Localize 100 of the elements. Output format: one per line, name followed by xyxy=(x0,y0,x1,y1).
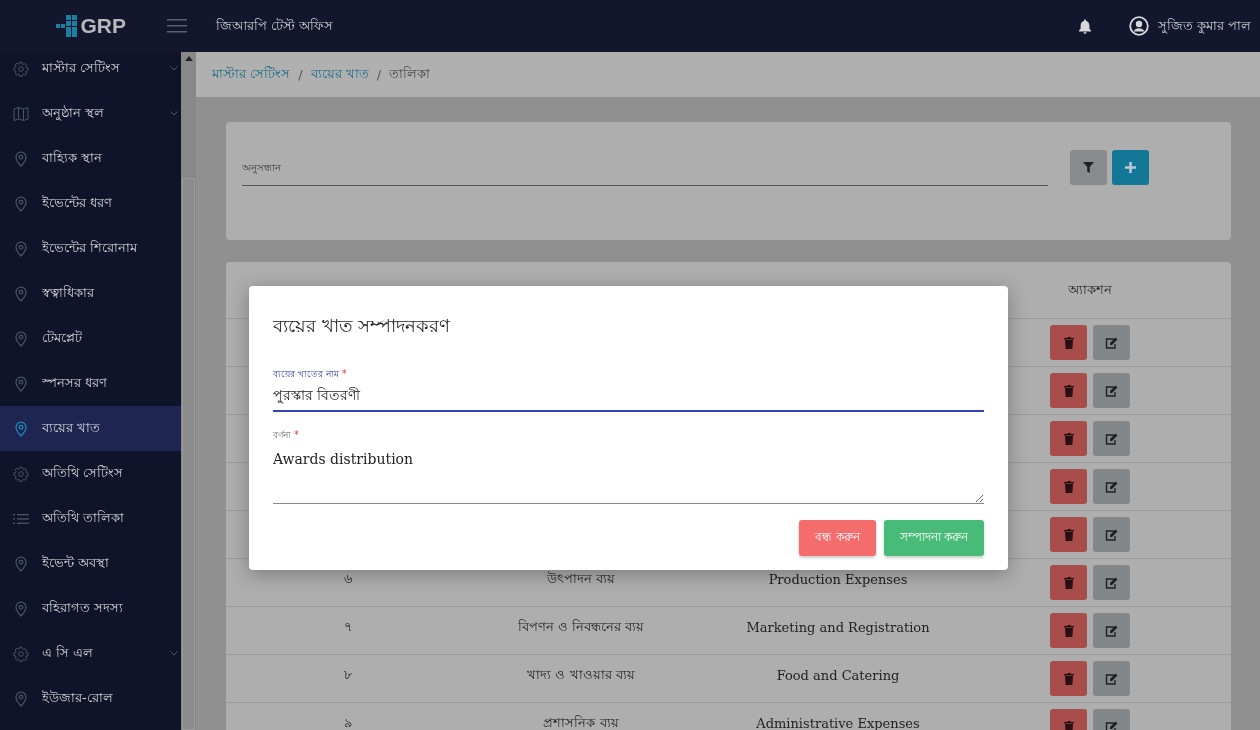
sidebar-item[interactable]: এ সি এল xyxy=(0,631,181,676)
sidebar-item[interactable]: অতিথি তালিকা xyxy=(0,496,181,541)
dialog-title: ব্যয়ের খাত সম্পাদনকরণ xyxy=(273,314,451,338)
edit-icon xyxy=(1105,480,1118,493)
edit-icon xyxy=(1105,336,1118,349)
trash-icon xyxy=(1063,480,1074,493)
edit-icon xyxy=(1105,624,1118,637)
delete-button[interactable] xyxy=(1050,517,1087,552)
logo-text: GRP xyxy=(80,14,126,38)
sidebar-item[interactable]: টেমপ্লেট xyxy=(0,316,181,361)
pin-icon xyxy=(13,240,29,257)
sidebar-item[interactable]: স্বত্বাধিকার xyxy=(0,271,181,316)
chevron-down-icon xyxy=(170,651,178,656)
add-button[interactable] xyxy=(1112,150,1149,185)
map-icon xyxy=(13,105,29,122)
sidebar-item[interactable]: বাহ্যিক স্থান xyxy=(0,136,181,181)
sidebar-item[interactable]: অনুষ্ঠান স্থল xyxy=(0,91,181,136)
table-cell-text: Production Expenses xyxy=(767,572,909,587)
edit-button[interactable] xyxy=(1093,613,1130,648)
trash-icon xyxy=(1063,672,1074,685)
sidebar-item[interactable]: স্পনসর ধরণ xyxy=(0,361,181,406)
required-mark: * xyxy=(294,429,299,440)
delete-button[interactable] xyxy=(1050,613,1087,648)
name-field[interactable]: পুরস্কার বিতরণী xyxy=(273,382,984,412)
filter-button[interactable] xyxy=(1070,150,1107,185)
trash-icon xyxy=(1063,624,1074,637)
delete-button[interactable] xyxy=(1050,373,1087,408)
user-avatar-icon[interactable] xyxy=(1128,16,1149,36)
sidebar-item[interactable]: ইভেন্ট অবস্থা xyxy=(0,541,181,586)
trash-icon xyxy=(1063,384,1074,397)
edit-icon xyxy=(1105,528,1118,541)
edit-button[interactable] xyxy=(1093,517,1130,552)
delete-button[interactable] xyxy=(1050,421,1087,456)
required-mark: * xyxy=(341,368,347,379)
user-name[interactable]: সুজিত কুমার পাল xyxy=(1157,15,1251,37)
sidebar-item[interactable]: অতিথি সেটিংস xyxy=(0,451,181,496)
field-label: বর্ণনা xyxy=(273,429,291,442)
sidebar-item[interactable]: ব্যয়ের খাত xyxy=(0,406,181,451)
pin-icon xyxy=(13,150,29,167)
delete-button[interactable] xyxy=(1050,469,1087,504)
trash-icon xyxy=(1063,432,1074,445)
table-cell-text: বিপণন ও নিবন্ধনের ব্যয় xyxy=(516,618,646,636)
edit-button[interactable] xyxy=(1093,421,1130,456)
edit-icon xyxy=(1105,576,1118,589)
edit-button[interactable] xyxy=(1093,661,1130,696)
breadcrumb-current: তালিকা xyxy=(389,65,431,83)
filter-icon xyxy=(1083,162,1094,173)
table-cell-text: উৎপাদন ব্যয় xyxy=(545,570,617,588)
table-cell-text: Administrative Expenses xyxy=(755,716,921,730)
sidebar-item[interactable]: ইউজার-রোল xyxy=(0,676,181,721)
trash-icon xyxy=(1063,528,1074,541)
pin-icon xyxy=(13,375,29,392)
sidebar-item[interactable]: ইভেন্টের ধরণ xyxy=(0,181,181,226)
scrollbar[interactable] xyxy=(181,52,196,730)
breadcrumb-separator: / xyxy=(298,67,303,82)
edit-button[interactable] xyxy=(1093,469,1130,504)
trash-icon xyxy=(1063,720,1074,730)
pin-icon xyxy=(13,600,29,617)
delete-button[interactable] xyxy=(1050,661,1087,696)
column-header: অ্যাকশন xyxy=(1067,280,1113,299)
gear-icon xyxy=(13,60,29,77)
pin-icon xyxy=(13,330,29,347)
pin-icon xyxy=(13,195,29,212)
table-cell-text: ৮ xyxy=(343,666,353,684)
chevron-down-icon xyxy=(170,111,178,116)
field-label: ব্যয়ের খাতের নাম xyxy=(273,368,339,381)
pin-icon xyxy=(13,285,29,302)
sidebar-item[interactable]: ইভেন্টের শিরোনাম xyxy=(0,226,181,271)
gear-icon xyxy=(13,465,29,482)
table-cell-text: ৯ xyxy=(343,714,353,730)
edit-button[interactable] xyxy=(1093,373,1130,408)
breadcrumb-separator: / xyxy=(376,67,382,82)
menu-icon[interactable] xyxy=(167,18,187,34)
edit-button[interactable] xyxy=(1093,565,1130,600)
sidebar-item[interactable]: বহিরাগত সদস্য xyxy=(0,586,181,631)
logo-icon xyxy=(56,15,79,37)
trash-icon xyxy=(1063,336,1074,349)
bell-icon[interactable] xyxy=(1077,18,1092,34)
table-cell-text: প্রশাসনিক ব্যয় xyxy=(542,714,620,730)
table-cell-text: Food and Catering xyxy=(775,668,901,683)
edit-button[interactable] xyxy=(1093,325,1130,360)
delete-button[interactable] xyxy=(1050,325,1087,360)
description-field[interactable]: Awards distribution xyxy=(273,447,984,504)
pin-icon xyxy=(13,555,29,572)
trash-icon xyxy=(1063,576,1074,589)
chevron-down-icon xyxy=(170,66,178,71)
plus-icon xyxy=(1125,162,1136,173)
scroll-up-arrow-icon[interactable] xyxy=(184,56,193,61)
table-cell-text: Marketing and Registration xyxy=(745,620,931,635)
office-name: জিআরপি টেস্ট অফিস xyxy=(216,16,334,35)
edit-icon xyxy=(1105,384,1118,397)
gear-icon xyxy=(13,645,29,662)
sidebar-item[interactable]: মাস্টার সেটিংস xyxy=(0,52,181,91)
delete-button[interactable] xyxy=(1050,565,1087,600)
table-cell-text: ৬ xyxy=(343,570,353,588)
table-cell-text: খাদ্য ও খাওয়ার ব্যয় xyxy=(526,666,636,684)
search-field[interactable]: অনুসন্ধান xyxy=(242,150,1048,186)
edit-icon xyxy=(1105,432,1118,445)
edit-icon xyxy=(1105,672,1118,685)
table-cell-text: ৭ xyxy=(343,618,353,636)
